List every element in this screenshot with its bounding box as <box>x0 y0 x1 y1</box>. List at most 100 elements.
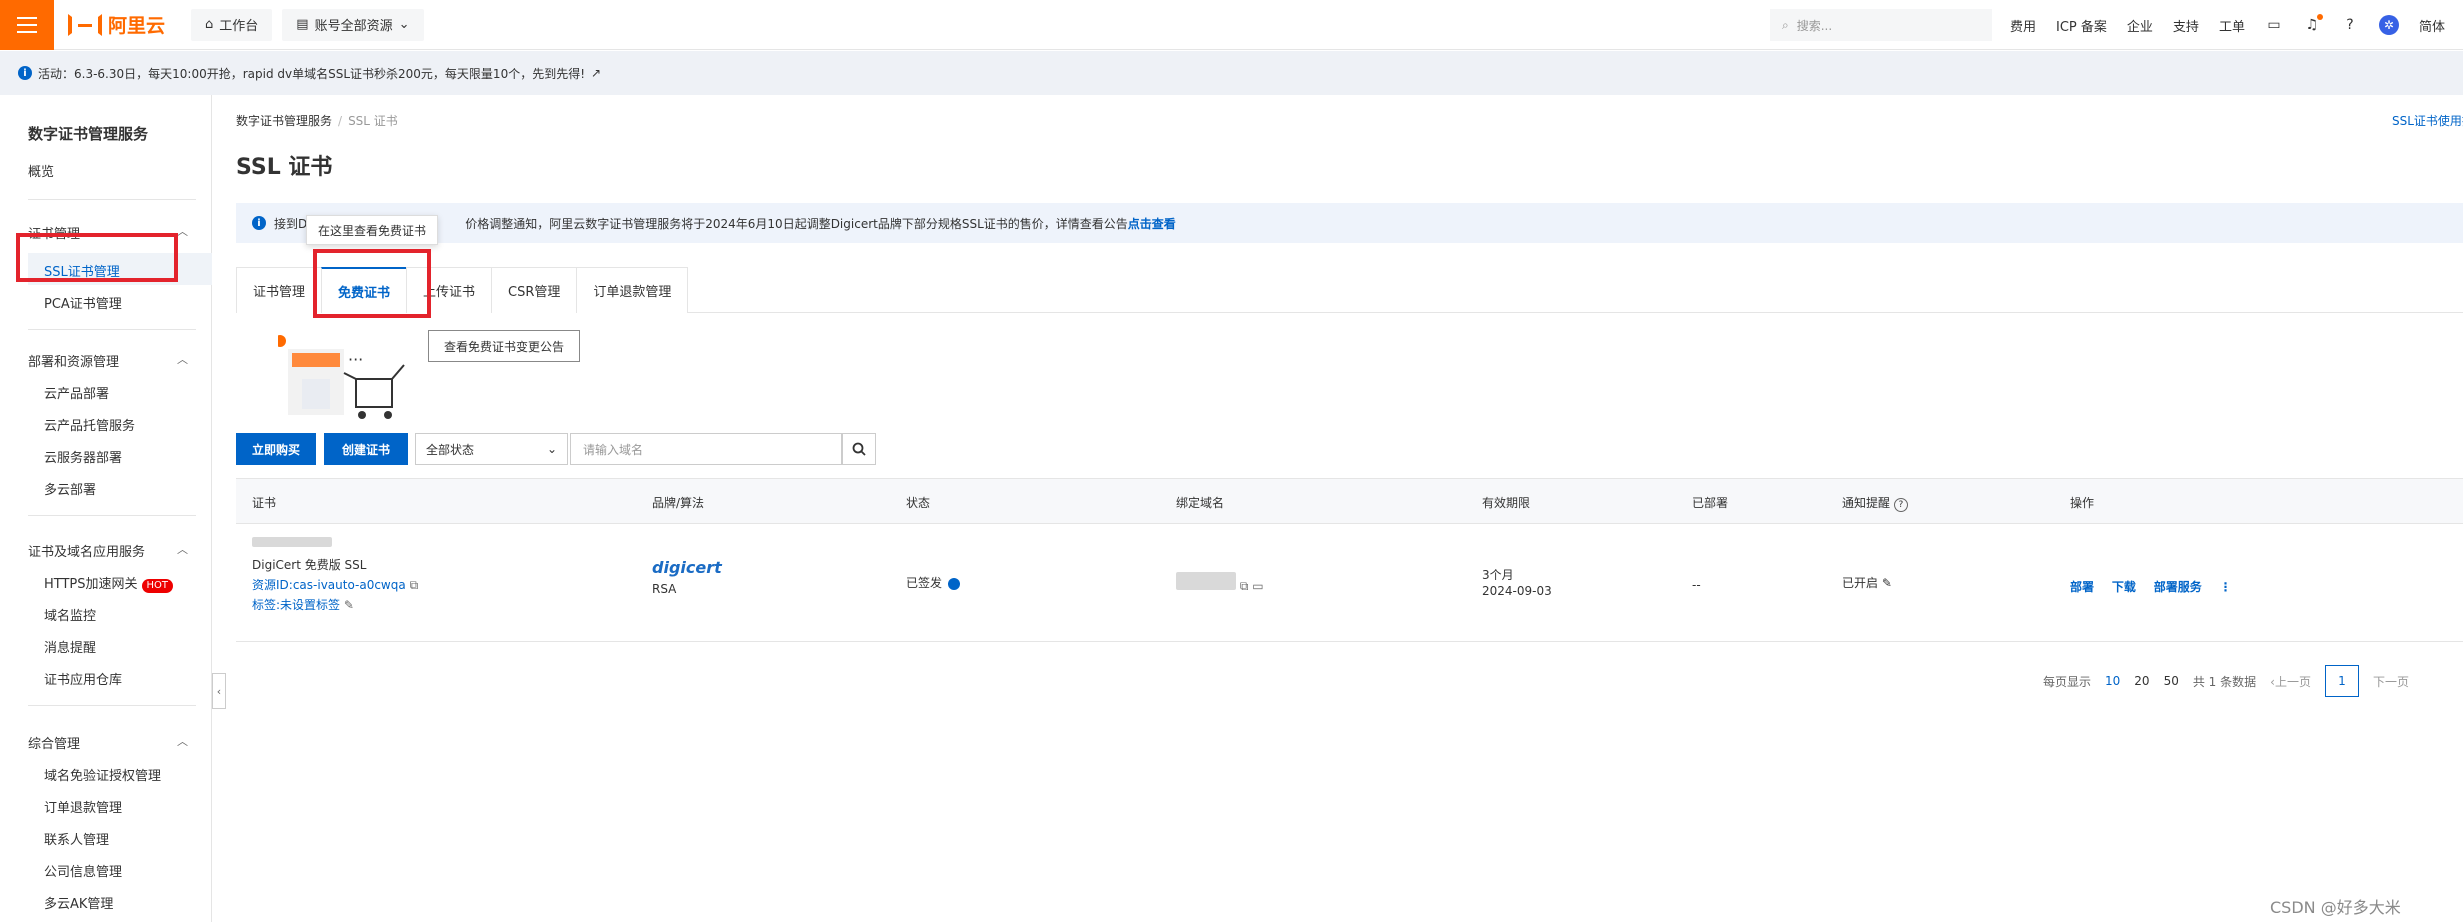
sidebar-title: 数字证书管理服务 <box>28 125 149 143</box>
sidebar-group-deploy[interactable]: 部署和资源管理 ︿ <box>28 351 188 370</box>
sidebar-group-apps[interactable]: 证书及域名应用服务 ︿ <box>28 541 188 560</box>
free-cert-announce-button[interactable]: 查看免费证书变更公告 <box>428 330 580 362</box>
resource-id: 资源ID:cas-ivauto-a0cwqa ⧉ <box>252 578 419 592</box>
chevron-down-icon: ⌄ <box>398 17 410 32</box>
aliyun-logo[interactable]: 阿里云 <box>68 11 165 38</box>
edit-icon: ✎ <box>343 598 354 612</box>
tab-csr[interactable]: CSR管理 <box>491 267 578 313</box>
next-page[interactable]: 下一页 <box>2373 673 2409 690</box>
sidebar-item-overview[interactable]: 概览 <box>28 161 54 180</box>
sidebar-item-pca[interactable]: PCA证书管理 <box>44 293 122 312</box>
status-select[interactable]: 全部状态 ⌄ <box>415 433 568 465</box>
top-nav: 阿里云 ⌂ 工作台 ▤ 账号全部资源 ⌄ ⌕ 搜索... 费用 ICP 备案 企… <box>0 0 2463 50</box>
search-button[interactable] <box>842 433 876 465</box>
prev-page[interactable]: ‹上一页 <box>2270 673 2311 690</box>
search-icon <box>852 442 866 456</box>
info-icon: i <box>252 216 266 230</box>
sidebar-item-hosting[interactable]: 云产品托管服务 <box>44 415 135 434</box>
help-icon[interactable]: ? <box>2341 16 2359 34</box>
terminal-icon[interactable]: ▭ <box>2265 16 2283 34</box>
top-link-icp[interactable]: ICP 备案 <box>2056 16 2107 35</box>
sidebar-item-cloud-deploy[interactable]: 云产品部署 <box>44 383 109 402</box>
tag-link[interactable]: 标签:未设置标签 ✎ <box>252 596 354 613</box>
pagination: 每页显示 10 20 50 共 1 条数据 ‹上一页 1 下一页 <box>2043 665 2409 697</box>
sidebar-item-server-deploy[interactable]: 云服务器部署 <box>44 447 122 466</box>
th-cert: 证书 <box>252 496 277 510</box>
breadcrumb-root[interactable]: 数字证书管理服务 <box>236 114 332 128</box>
sidebar-item-company[interactable]: 公司信息管理 <box>44 861 122 880</box>
search-icon: ⌕ <box>1782 17 1789 32</box>
download-link[interactable]: 下载 <box>2112 580 2136 594</box>
th-brand: 品牌/算法 <box>652 496 705 510</box>
highlight-ssl-menu <box>16 233 178 282</box>
logo-mark-icon <box>68 13 102 36</box>
buy-now-button[interactable]: 立即购买 <box>236 433 316 465</box>
bound-domain-blurred: ⧉ ▭ <box>1176 572 1264 594</box>
language-switch[interactable]: 简体 <box>2419 16 2445 35</box>
announcement-text: 活动：6.3-6.30日，每天10:00开抢，rapid dv单域名SSL证书秒… <box>38 66 586 81</box>
sidebar-item-multicloud[interactable]: 多云部署 <box>44 479 96 498</box>
notice-prefix: 接到D <box>274 216 308 231</box>
monitor-icon: ▭ <box>1252 579 1264 593</box>
logo-text: 阿里云 <box>108 15 166 37</box>
deployed: -- <box>1692 578 1701 592</box>
deploy-link[interactable]: 部署 <box>2070 580 2094 594</box>
top-link-support[interactable]: 支持 <box>2173 16 2199 35</box>
notify-status: 已开启 ✎ <box>1842 576 1892 590</box>
top-link-enterprise[interactable]: 企业 <box>2127 16 2153 35</box>
sidebar-item-domain-monitor[interactable]: 域名监控 <box>44 605 96 624</box>
sidebar-item-domain-auth[interactable]: 域名免验证授权管理 <box>44 765 161 784</box>
expiry-date: 2024-09-03 <box>1482 584 1552 598</box>
avatar[interactable]: ✲ <box>2378 15 2399 35</box>
guide-link[interactable]: SSL证书使用指南 <box>2392 112 2463 129</box>
sidebar-item-contacts[interactable]: 联系人管理 <box>44 829 109 848</box>
watermark: CSDN @好多大米 <box>2270 898 2401 917</box>
page-size-50[interactable]: 50 <box>2164 674 2179 688</box>
domain-search-input[interactable]: 请输入域名 <box>570 433 842 465</box>
top-link-fees[interactable]: 费用 <box>2010 16 2036 35</box>
tab-cert-manage[interactable]: 证书管理 <box>236 267 323 313</box>
create-cert-button[interactable]: 创建证书 <box>324 433 408 465</box>
main-content: 数字证书管理服务/SSL 证书 SSL证书使用指南 SSL 证书 i 接到D 价… <box>212 95 2463 922</box>
sidebar-item-message[interactable]: 消息提醒 <box>44 637 96 656</box>
page-size-10[interactable]: 10 <box>2105 674 2120 688</box>
external-link-icon[interactable]: ↗ <box>591 66 601 80</box>
digicert-logo: digicert <box>652 558 722 577</box>
menu-icon[interactable] <box>0 0 54 50</box>
hot-badge: HOT <box>141 579 174 593</box>
chevron-up-icon: ︿ <box>177 735 188 748</box>
page-size-20[interactable]: 20 <box>2134 674 2149 688</box>
sidebar-group-general[interactable]: 综合管理 ︿ <box>28 733 188 752</box>
sidebar-item-cert-repo[interactable]: 证书应用仓库 <box>44 669 122 688</box>
workbench-button[interactable]: ⌂ 工作台 <box>191 8 273 41</box>
ops-cell: 部署 下载 部署服务 ⋮ <box>2070 578 2232 595</box>
page-title: SSL 证书 <box>236 155 333 180</box>
status: 已签发 <box>906 574 961 591</box>
top-link-ticket[interactable]: 工单 <box>2219 16 2245 35</box>
deploy-service-link[interactable]: 部署服务 <box>2154 580 2202 594</box>
th-notify: 通知提醒 ? <box>1842 494 1908 512</box>
notice-text: 价格调整通知，阿里云数字证书管理服务将于2024年6月10日起调整Digicer… <box>465 216 1128 231</box>
global-search-input[interactable]: ⌕ 搜索... <box>1770 9 1992 41</box>
edit-icon[interactable]: ✎ <box>1882 576 1892 590</box>
help-icon: ? <box>1893 498 1908 512</box>
chevron-up-icon: ︿ <box>177 353 188 366</box>
th-ops: 操作 <box>2070 496 2095 510</box>
page-1[interactable]: 1 <box>2324 665 2359 697</box>
chevron-down-icon: ⌄ <box>546 442 557 456</box>
sidebar-item-ak[interactable]: 多云AK管理 <box>44 893 113 912</box>
tab-refund[interactable]: 订单退款管理 <box>576 267 689 313</box>
tab-bar: 证书管理 免费证书 上传证书 CSR管理 订单退款管理 <box>236 267 2463 313</box>
bell-icon[interactable]: ♫ <box>2303 14 2323 34</box>
sidebar-item-https-gateway[interactable]: HTTPS加速网关 HOT <box>44 573 174 593</box>
sidebar-item-refund[interactable]: 订单退款管理 <box>44 797 122 816</box>
notice-link[interactable]: 点击查看 <box>1128 215 1176 232</box>
more-icon[interactable]: ⋮ <box>2220 580 2232 594</box>
free-cert-tooltip: 在这里查看免费证书 <box>306 215 438 245</box>
resources-dropdown[interactable]: ▤ 账号全部资源 ⌄ <box>282 8 424 41</box>
shopping-illustration-icon: ··· <box>278 335 405 419</box>
th-deployed: 已部署 <box>1692 496 1729 510</box>
status-dot-icon <box>948 577 961 590</box>
copy-icon[interactable]: ⧉ <box>410 578 419 592</box>
home-icon: ⌂ <box>205 17 214 32</box>
